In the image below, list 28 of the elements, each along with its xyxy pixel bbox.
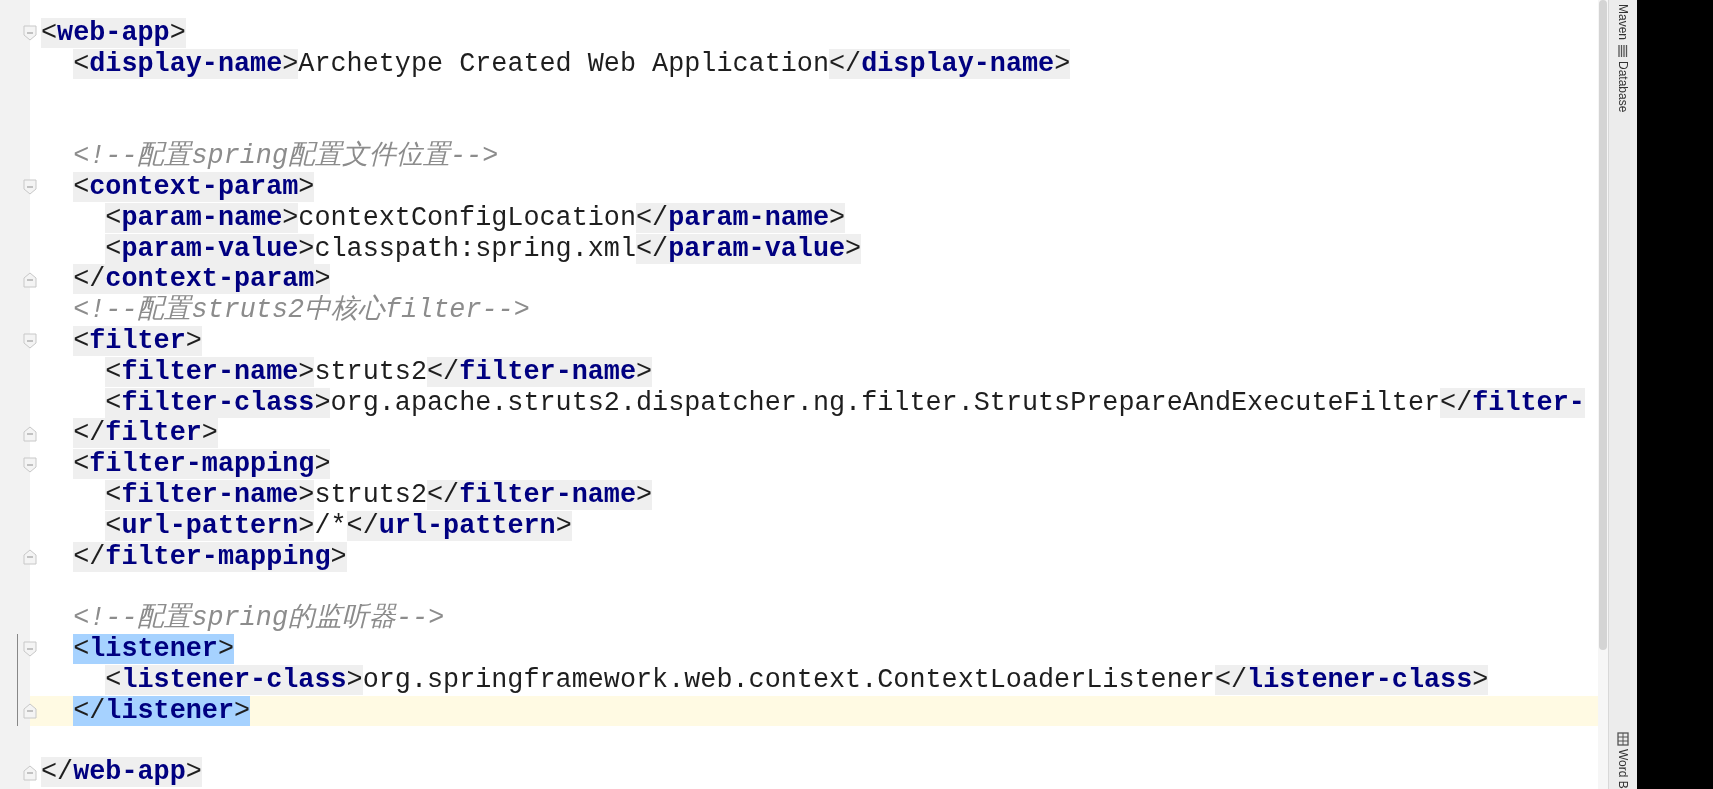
- fold-icon[interactable]: [23, 702, 37, 719]
- code-editor[interactable]: [0, 0, 1598, 789]
- code-line: <param-value>classpath:spring.xml</param-value>: [104, 233, 862, 265]
- book-icon: [1617, 732, 1629, 747]
- scrollbar[interactable]: [1598, 0, 1608, 789]
- code-comment: <!--配置spring的监听器-->: [72, 603, 445, 634]
- code-line: <listener-class>org.springframework.web.context.ContextLoaderListener</listener-class>: [104, 664, 1489, 696]
- fold-icon[interactable]: [23, 333, 37, 350]
- code-line: <display-name>Archetype Created Web Application</display-name>: [72, 48, 1071, 80]
- fold-icon[interactable]: [23, 456, 37, 473]
- code-line: <param-name>contextConfigLocation</param-name>: [104, 202, 846, 234]
- tool-window-tab[interactable]: Word B: [1616, 749, 1630, 789]
- tool-window-tab[interactable]: Maven: [1616, 4, 1630, 41]
- fold-icon[interactable]: [23, 25, 37, 42]
- fold-icon[interactable]: [23, 179, 37, 196]
- database-icon: [1618, 44, 1628, 59]
- fold-icon[interactable]: [23, 641, 37, 658]
- code-line: <filter-class>org.apache.struts2.dispatcher.ng.filter.StrutsPrepareAndExecuteFilter</filter-: [104, 387, 1585, 419]
- fold-icon[interactable]: [23, 425, 37, 442]
- fold-icon[interactable]: [23, 764, 37, 781]
- fold-icon[interactable]: [23, 548, 37, 565]
- tool-window-tab[interactable]: Database: [1616, 61, 1630, 113]
- code-comment: <!--配置spring配置文件位置-->: [72, 141, 499, 172]
- code-line: <url-pattern>/*</url-pattern>: [104, 510, 572, 542]
- code-line: <filter-name>struts2</filter-name>: [104, 479, 653, 511]
- fold-icon[interactable]: [23, 271, 37, 288]
- code-comment: <!--配置struts2中核心filter-->: [72, 295, 530, 326]
- code-line: <filter-name>struts2</filter-name>: [104, 356, 653, 388]
